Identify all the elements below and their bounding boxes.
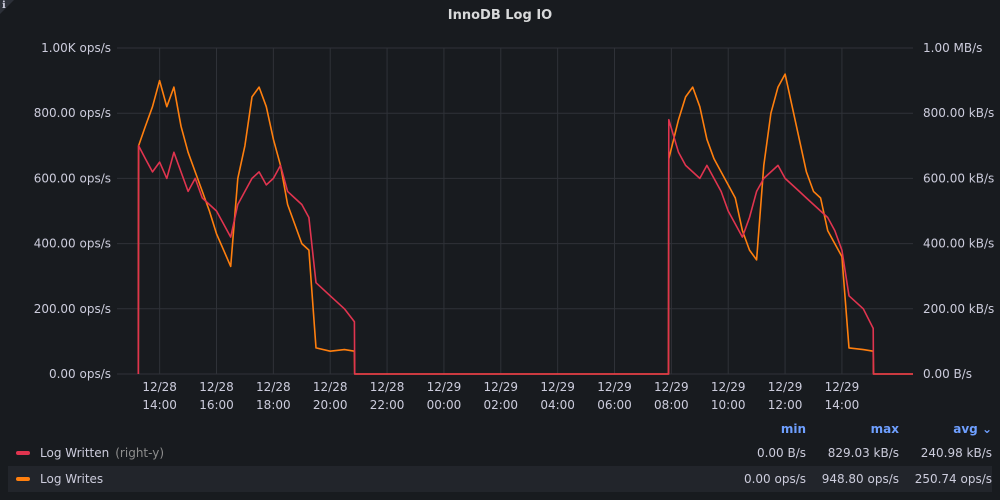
x-tick-time: 20:00 [313,398,348,410]
x-tick-time: 22:00 [370,398,405,410]
y-right-tick-label: 400.00 kB/s [923,237,994,251]
y-left-tick-label: 800.00 ops/s [34,106,111,120]
y-left-tick-label: 200.00 ops/s [34,302,111,316]
x-tick-time: 00:00 [427,398,462,410]
y-left-tick-label: 0.00 ops/s [49,367,111,381]
legend-min-value: 0.00 B/s [756,446,806,460]
x-tick-date: 12/28 [370,380,405,394]
y-right-tick-label: 800.00 kB/s [923,106,994,120]
x-tick-date: 12/28 [142,380,177,394]
legend-swatch [16,451,30,455]
x-tick-time: 06:00 [597,398,632,410]
x-tick-date: 12/29 [654,380,689,394]
legend-series-name: Log Writes [40,472,104,486]
x-tick-date: 12/28 [256,380,291,394]
series-line-log-writes [137,73,913,375]
y-left-tick-label: 400.00 ops/s [34,237,111,251]
chart-plot: 0.00 ops/s 200.00 ops/s 400.00 ops/s 600.00… [34,41,995,410]
y-right-tick-label: 600.00 kB/s [923,171,994,185]
series-lines [137,73,913,375]
legend-series-name: Log Written [40,446,110,460]
series-line-log-written [137,118,913,375]
x-tick-date: 12/29 [597,380,632,394]
legend: min max avg ⌄ Log Written (right-y) 0.00 … [8,418,992,492]
legend-avg-value: 240.98 kB/s [920,446,992,460]
legend-row-log-writes[interactable]: Log Writes 0.00 ops/s 948.80 ops/s 250.7… [8,466,992,492]
x-axis: 12/28 14:00 12/28 16:00 12/28 18:00 12/28 20:00… [142,380,859,410]
x-tick-time: 08:00 [654,398,689,410]
right-y-axis: 0.00 B/s 200.00 kB/s 400.00 kB/s 600.00 kB/… [923,41,994,381]
y-right-tick-label: 1.00 MB/s [923,41,982,55]
y-left-tick-label: 1.00K ops/s [41,41,111,55]
legend-axis-note: (right-y) [115,446,165,460]
y-right-tick-label: 200.00 kB/s [923,302,994,316]
x-tick-date: 12/29 [483,380,518,394]
legend-max-value: 948.80 ops/s [821,472,899,486]
legend-max-value: 829.03 kB/s [827,446,899,460]
legend-header: min max avg ⌄ [8,418,992,440]
legend-swatch [16,477,30,481]
x-tick-date: 12/29 [825,380,860,394]
left-y-axis: 0.00 ops/s 200.00 ops/s 400.00 ops/s 600.00… [34,41,111,381]
legend-avg-value: 250.74 ops/s [914,472,992,486]
x-tick-time: 18:00 [256,398,291,410]
y-right-tick-label: 0.00 B/s [923,367,972,381]
x-tick-date: 12/29 [768,380,803,394]
legend-row-log-written[interactable]: Log Written (right-y) 0.00 B/s 829.03 kB/… [8,440,992,466]
x-tick-time: 16:00 [199,398,234,410]
x-tick-time: 02:00 [483,398,518,410]
x-tick-time: 10:00 [711,398,746,410]
y-left-tick-label: 600.00 ops/s [34,171,111,185]
legend-col-avg[interactable]: avg ⌄ [899,422,992,436]
x-tick-time: 04:00 [540,398,575,410]
legend-col-min[interactable]: min [713,422,806,436]
x-tick-date: 12/29 [711,380,746,394]
legend-min-value: 0.00 ops/s [743,472,806,486]
x-tick-time: 12:00 [768,398,803,410]
x-tick-date: 12/29 [427,380,462,394]
x-tick-date: 12/28 [313,380,348,394]
x-tick-time: 14:00 [825,398,860,410]
legend-col-max[interactable]: max [806,422,899,436]
x-tick-date: 12/29 [540,380,575,394]
x-tick-date: 12/28 [199,380,234,394]
x-tick-time: 14:00 [142,398,177,410]
